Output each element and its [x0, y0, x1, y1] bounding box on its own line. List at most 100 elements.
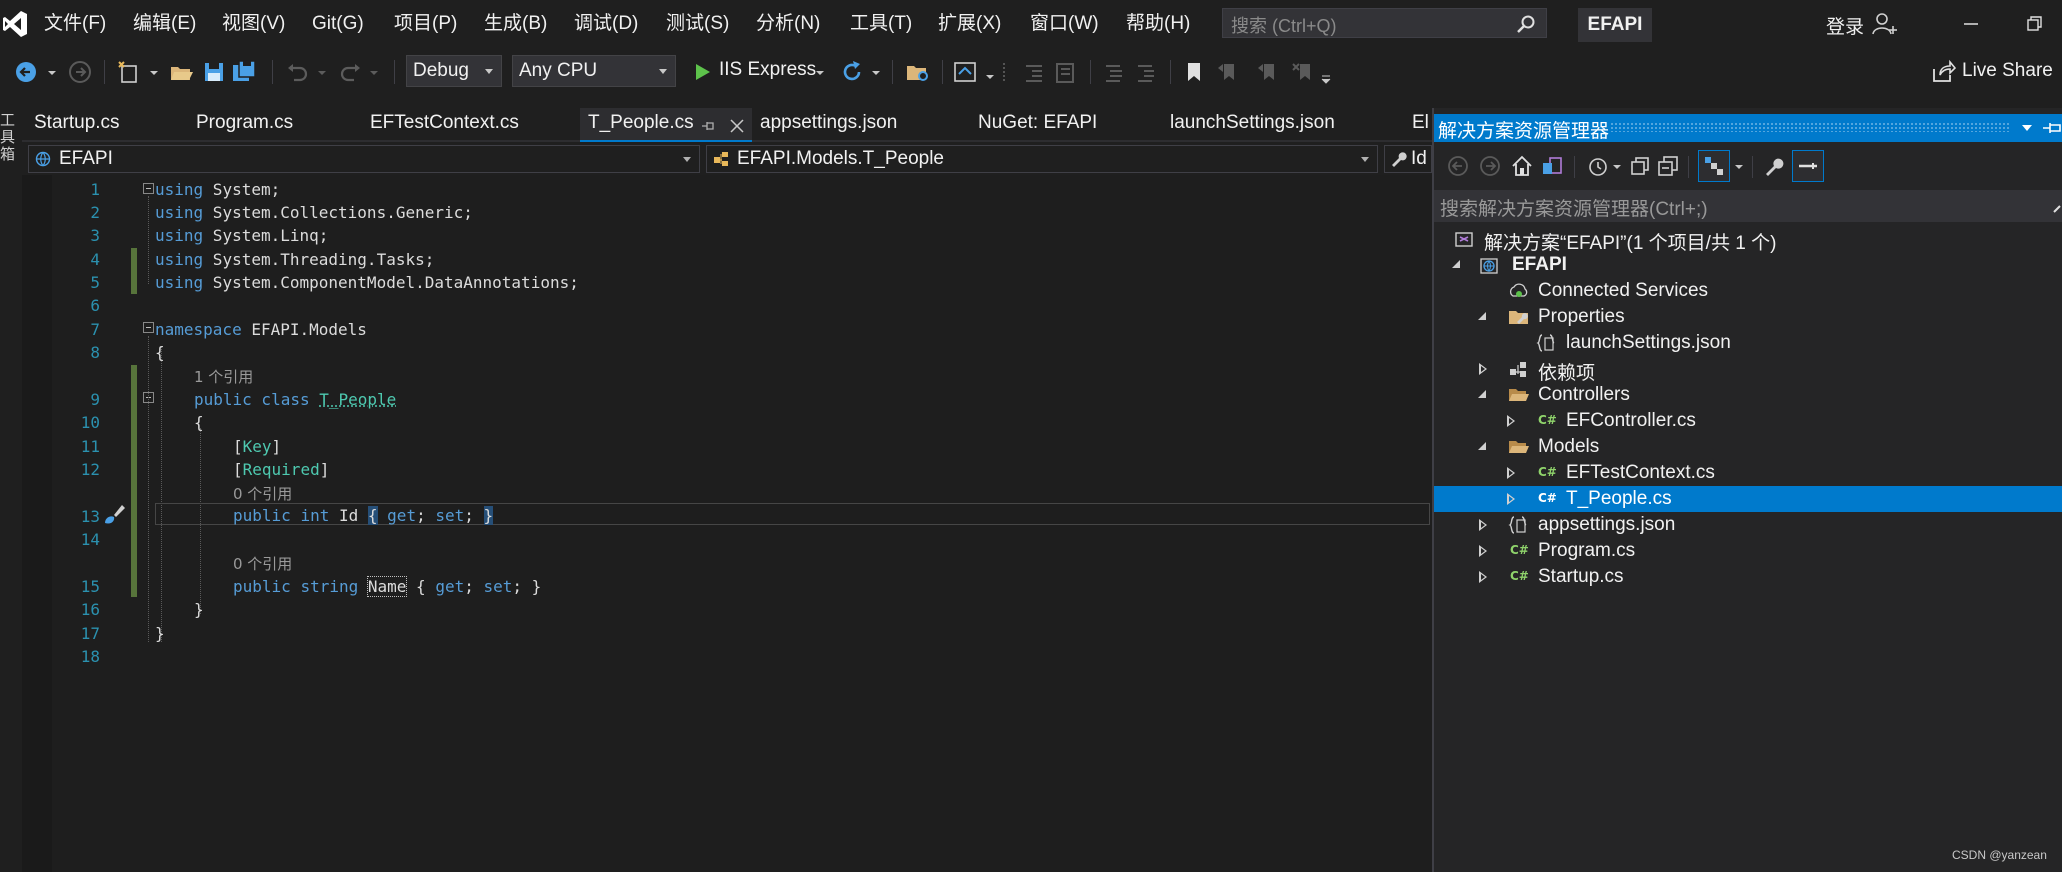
restore-button[interactable] [2020, 12, 2050, 36]
tree-item-properties[interactable]: Properties [1434, 304, 2062, 330]
tree-item-t-people-selected[interactable]: C# T_People.cs [1434, 486, 2062, 512]
new-project-icon[interactable] [116, 58, 144, 86]
collapsed-arrow-icon[interactable] [1479, 363, 1488, 375]
refresh-icon[interactable] [838, 58, 866, 86]
quick-search-input[interactable]: 搜索 (Ctrl+Q) [1222, 8, 1547, 38]
menu-view[interactable]: 视图(V) [222, 12, 285, 36]
tree-item-solution[interactable]: 解决方案“EFAPI”(1 个项目/共 1 个) [1434, 226, 2062, 254]
comment-lines-icon[interactable] [1100, 58, 1128, 86]
menu-analyze[interactable]: 分析(N) [756, 12, 820, 36]
close-tab-icon[interactable] [728, 117, 746, 135]
menu-tools[interactable]: 工具(T) [850, 12, 912, 36]
preview-selected-items-button[interactable] [1792, 150, 1824, 182]
menu-file[interactable]: 文件(F) [44, 12, 106, 36]
tab-startup-cs[interactable]: Startup.cs [34, 112, 120, 134]
chevron-down-icon[interactable] [984, 58, 996, 86]
undo-icon[interactable] [284, 58, 312, 86]
menu-git[interactable]: Git(G) [312, 12, 364, 36]
collapse-toggle[interactable] [143, 183, 154, 194]
tab-launchsettings-json[interactable]: launchSettings.json [1170, 112, 1335, 134]
tab-eftestcontext-cs[interactable]: EFTestContext.cs [370, 112, 519, 134]
chevron-down-icon[interactable] [870, 58, 882, 86]
codelens-references[interactable]: 0 个引用 [233, 483, 292, 504]
tree-item-appsettings[interactable]: appsettings.json [1434, 512, 2062, 538]
live-share-button[interactable]: Live Share [1962, 60, 2053, 82]
menu-test[interactable]: 测试(S) [666, 12, 729, 36]
tree-item-connected-services[interactable]: Connected Services [1434, 278, 2062, 304]
browser-link-icon[interactable] [952, 58, 980, 86]
codelens-references[interactable]: 0 个引用 [233, 553, 292, 574]
search-icon[interactable] [2052, 196, 2062, 216]
chevron-down-icon[interactable] [46, 58, 58, 86]
chevron-down-icon[interactable] [1734, 154, 1744, 178]
save-icon[interactable] [200, 58, 228, 86]
menu-extensions[interactable]: 扩展(X) [938, 12, 1001, 36]
tab-overflow[interactable]: El [1412, 112, 1430, 134]
tab-program-cs[interactable]: Program.cs [196, 112, 293, 134]
clear-bookmarks-icon[interactable] [1290, 58, 1318, 86]
open-folder-icon[interactable] [168, 58, 196, 86]
tab-appsettings-json[interactable]: appsettings.json [760, 112, 897, 134]
forward-icon[interactable] [1478, 154, 1502, 178]
indent-icon[interactable] [1052, 58, 1080, 86]
collapsed-arrow-icon[interactable] [1479, 545, 1488, 557]
menu-build[interactable]: 生成(B) [484, 12, 547, 36]
expand-arrow-icon[interactable] [1478, 390, 1486, 398]
tab-nuget-efapi[interactable]: NuGet: EFAPI [978, 112, 1097, 134]
tree-item-startup[interactable]: C# Startup.cs [1434, 564, 2062, 590]
chevron-down-icon[interactable] [316, 58, 328, 86]
collapse-toggle[interactable] [143, 322, 154, 333]
chevron-down-icon[interactable] [148, 58, 160, 86]
save-all-icon[interactable] [230, 58, 258, 86]
minimize-button[interactable] [1956, 12, 1986, 36]
pin-icon[interactable] [700, 118, 716, 134]
platform-select[interactable]: Any CPU [512, 55, 676, 87]
tree-item-controllers[interactable]: Controllers [1434, 382, 2062, 408]
pending-changes-filter-icon[interactable] [1586, 154, 1610, 178]
configuration-select[interactable]: Debug [406, 55, 502, 87]
tree-item-project[interactable]: EFAPI [1434, 252, 2062, 278]
pin-icon[interactable] [2042, 120, 2062, 136]
navigate-back-icon[interactable] [14, 58, 42, 86]
chevron-down-icon[interactable] [368, 58, 380, 86]
back-icon[interactable] [1446, 154, 1470, 178]
menu-edit[interactable]: 编辑(E) [133, 12, 196, 36]
tree-item-efcontroller[interactable]: C# EFController.cs [1434, 408, 2062, 434]
next-bookmark-icon[interactable] [1254, 58, 1282, 86]
toolbox-tab[interactable]: 工具箱 [0, 112, 18, 163]
member-select[interactable]: Id [1384, 145, 1432, 173]
expand-arrow-icon[interactable] [1452, 260, 1460, 268]
tree-item-models[interactable]: Models [1434, 434, 2062, 460]
menu-project[interactable]: 项目(P) [394, 12, 457, 36]
chevron-down-icon[interactable] [814, 58, 826, 86]
tree-item-program[interactable]: C# Program.cs [1434, 538, 2062, 564]
menu-debug[interactable]: 调试(D) [574, 12, 638, 36]
sync-with-document-icon[interactable] [1628, 154, 1652, 178]
collapsed-arrow-icon[interactable] [1479, 571, 1488, 583]
bookmark-icon[interactable] [1182, 58, 1206, 86]
properties-wrench-icon[interactable] [1762, 154, 1786, 178]
uncomment-lines-icon[interactable] [1132, 58, 1160, 86]
start-debugging-button[interactable]: IIS Express [719, 59, 816, 81]
switch-views-icon[interactable] [1540, 154, 1564, 178]
user-add-icon[interactable] [1872, 12, 1898, 36]
collapsed-arrow-icon[interactable] [1507, 493, 1516, 505]
project-scope-select[interactable]: EFAPI [28, 145, 700, 173]
codelens-references[interactable]: 1 个引用 [194, 366, 253, 387]
redo-icon[interactable] [336, 58, 364, 86]
previous-bookmark-icon[interactable] [1214, 58, 1242, 86]
expand-arrow-icon[interactable] [1478, 442, 1486, 450]
menu-help[interactable]: 帮助(H) [1126, 12, 1190, 36]
tab-t-people-cs[interactable]: T_People.cs [588, 112, 694, 134]
tree-item-eftestcontext[interactable]: C# EFTestContext.cs [1434, 460, 2062, 486]
login-link[interactable]: 登录 [1826, 12, 1864, 39]
show-all-files-button[interactable] [1698, 150, 1730, 182]
share-icon[interactable] [1930, 59, 1956, 85]
type-select[interactable]: EFAPI.Models.T_People [706, 145, 1378, 173]
navigate-forward-icon[interactable] [66, 58, 94, 86]
home-icon[interactable] [1510, 154, 1534, 178]
collapse-all-icon[interactable] [1656, 154, 1680, 178]
quick-actions-brush-icon[interactable] [100, 503, 126, 527]
chevron-down-icon[interactable] [1612, 154, 1622, 178]
expand-arrow-icon[interactable] [1478, 312, 1486, 320]
